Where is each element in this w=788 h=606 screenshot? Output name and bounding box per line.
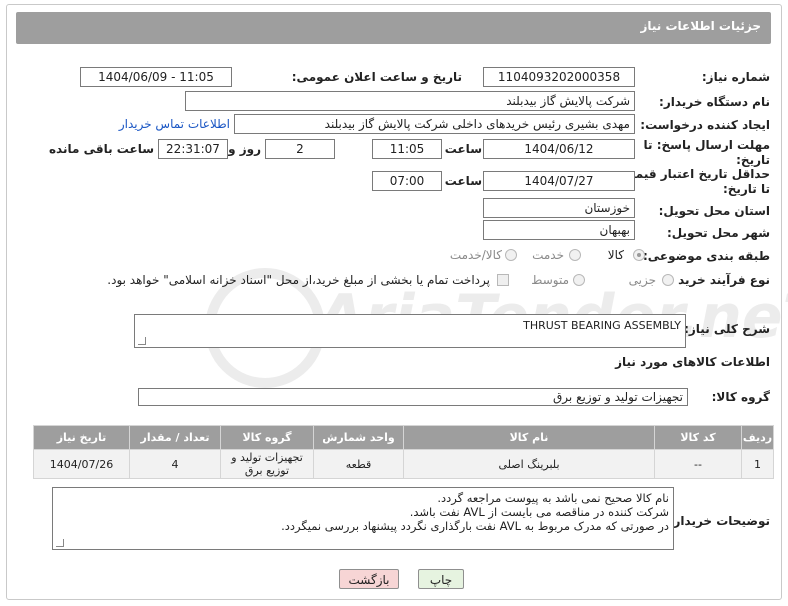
price-validity-label: حداقل تاریخ اعتبار قیمت:: [618, 167, 770, 181]
reply-date-field[interactable]: 1404/06/12: [483, 139, 635, 159]
buyer-org-field[interactable]: شرکت پالایش گاز بیدبلند: [185, 91, 635, 111]
buyer-notes-line-1: نام کالا صحیح نمی باشد به پیوست مراجعه گ…: [437, 491, 669, 505]
cell-item-code: --: [654, 449, 742, 479]
price-time-field[interactable]: 07:00: [372, 171, 442, 191]
col-header-item-code: کد کالا: [654, 425, 742, 450]
province-label: استان محل تحویل:: [658, 204, 770, 218]
requester-field[interactable]: مهدی بشیری رئیس خریدهای داخلی شرکت پالای…: [234, 114, 635, 134]
province-field[interactable]: خوزستان: [483, 198, 635, 218]
cell-quantity: 4: [129, 449, 221, 479]
col-header-unit: واحد شمارش: [313, 425, 404, 450]
col-header-row-number: ردیف: [741, 425, 774, 450]
requester-label: ایجاد کننده درخواست:: [640, 118, 770, 132]
resize-handle[interactable]: [56, 539, 64, 547]
page-header: جزئیات اطلاعات نیاز: [16, 12, 771, 44]
reply-time-field[interactable]: 11:05: [372, 139, 442, 159]
reply-deadline-label: مهلت ارسال پاسخ: تا: [643, 138, 771, 152]
purchase-minor-label: جزیی: [628, 273, 656, 287]
need-desc-label: شرح کلی نیاز:: [684, 322, 770, 336]
buyer-notes-line-2: شرکت کننده در مناقصه می بایست از AVL نفت…: [409, 505, 669, 519]
category-both-radio[interactable]: [505, 249, 517, 261]
need-number-field[interactable]: 1104093202000358: [483, 67, 635, 87]
purchase-minor-radio[interactable]: [662, 274, 674, 286]
buyer-notes-label: توضیحات خریدار:: [668, 514, 770, 528]
goods-group-label: گروه کالا:: [711, 390, 770, 404]
cell-item-name: بلبرینگ اصلی: [403, 449, 655, 479]
days-label: روز و: [228, 142, 261, 156]
category-both-label: کالا/خدمت: [449, 248, 502, 262]
cell-row-number: 1: [741, 449, 774, 479]
days-field[interactable]: 2: [265, 139, 335, 159]
col-header-group: گروه کالا: [220, 425, 314, 450]
table-row[interactable]: 1 -- بلبرینگ اصلی قطعه تجهیزات تولید و ت…: [33, 449, 774, 479]
category-service-label: خدمت: [532, 248, 564, 262]
announce-field[interactable]: 1404/06/09 - 11:05: [80, 67, 232, 87]
table-header-row: ردیف کد کالا نام کالا واحد شمارش گروه کا…: [33, 425, 774, 450]
need-desc-textarea[interactable]: THRUST BEARING ASSEMBLY: [134, 314, 686, 348]
remaining-label: ساعت باقی مانده: [48, 142, 154, 156]
cell-unit: قطعه: [313, 449, 404, 479]
purchase-type-label: نوع فرآیند خرید :: [669, 273, 770, 287]
col-header-item-name: نام کالا: [403, 425, 655, 450]
treasury-payment-text: پرداخت تمام یا بخشی از مبلغ خرید،از محل …: [107, 273, 490, 287]
purchase-medium-radio[interactable]: [573, 274, 585, 286]
need-desc-text: THRUST BEARING ASSEMBLY: [523, 319, 681, 332]
resize-handle[interactable]: [138, 337, 146, 345]
cell-group: تجهیزات تولید و توزیع برق: [220, 449, 314, 479]
buyer-notes-textarea[interactable]: نام کالا صحیح نمی باشد به پیوست مراجعه گ…: [52, 487, 674, 550]
goods-table: ردیف کد کالا نام کالا واحد شمارش گروه کا…: [33, 425, 774, 479]
reply-time-label: ساعت: [444, 142, 482, 156]
goods-group-field[interactable]: تجهیزات تولید و توزیع برق: [138, 388, 688, 406]
col-header-need-date: تاریخ نیاز: [33, 425, 130, 450]
buyer-contact-link[interactable]: اطلاعات تماس خریدار: [119, 117, 230, 131]
announce-label: تاریخ و ساعت اعلان عمومی:: [291, 70, 462, 84]
city-label: شهر محل تحویل:: [666, 226, 770, 240]
price-time-label: ساعت: [444, 174, 482, 188]
back-button[interactable]: بازگشت: [339, 569, 399, 589]
need-number-label: شماره نیاز:: [701, 70, 770, 84]
price-date-field[interactable]: 1404/07/27: [483, 171, 635, 191]
category-goods-radio[interactable]: [633, 249, 645, 261]
goods-section-title: اطلاعات کالاهای مورد نیاز: [615, 355, 770, 369]
cell-need-date: 1404/07/26: [33, 449, 130, 479]
buyer-org-label: نام دستگاه خریدار:: [659, 95, 770, 109]
print-button[interactable]: چاپ: [418, 569, 464, 589]
col-header-quantity: تعداد / مقدار: [129, 425, 221, 450]
reply-deadline-label-2: تاریخ:: [736, 153, 770, 167]
category-label: طبقه بندی موضوعی:: [642, 249, 770, 263]
purchase-medium-label: متوسط: [531, 273, 569, 287]
category-goods-label: کالا: [607, 248, 624, 262]
city-field[interactable]: بهبهان: [483, 220, 635, 240]
price-validity-label-2: تا تاریخ:: [722, 182, 770, 196]
remaining-field[interactable]: 22:31:07: [158, 139, 228, 159]
buyer-notes-line-3: در صورتی که مدرک مربوط به AVL نفت بارگذا…: [281, 519, 669, 533]
category-service-radio[interactable]: [569, 249, 581, 261]
treasury-payment-checkbox[interactable]: [497, 274, 509, 286]
